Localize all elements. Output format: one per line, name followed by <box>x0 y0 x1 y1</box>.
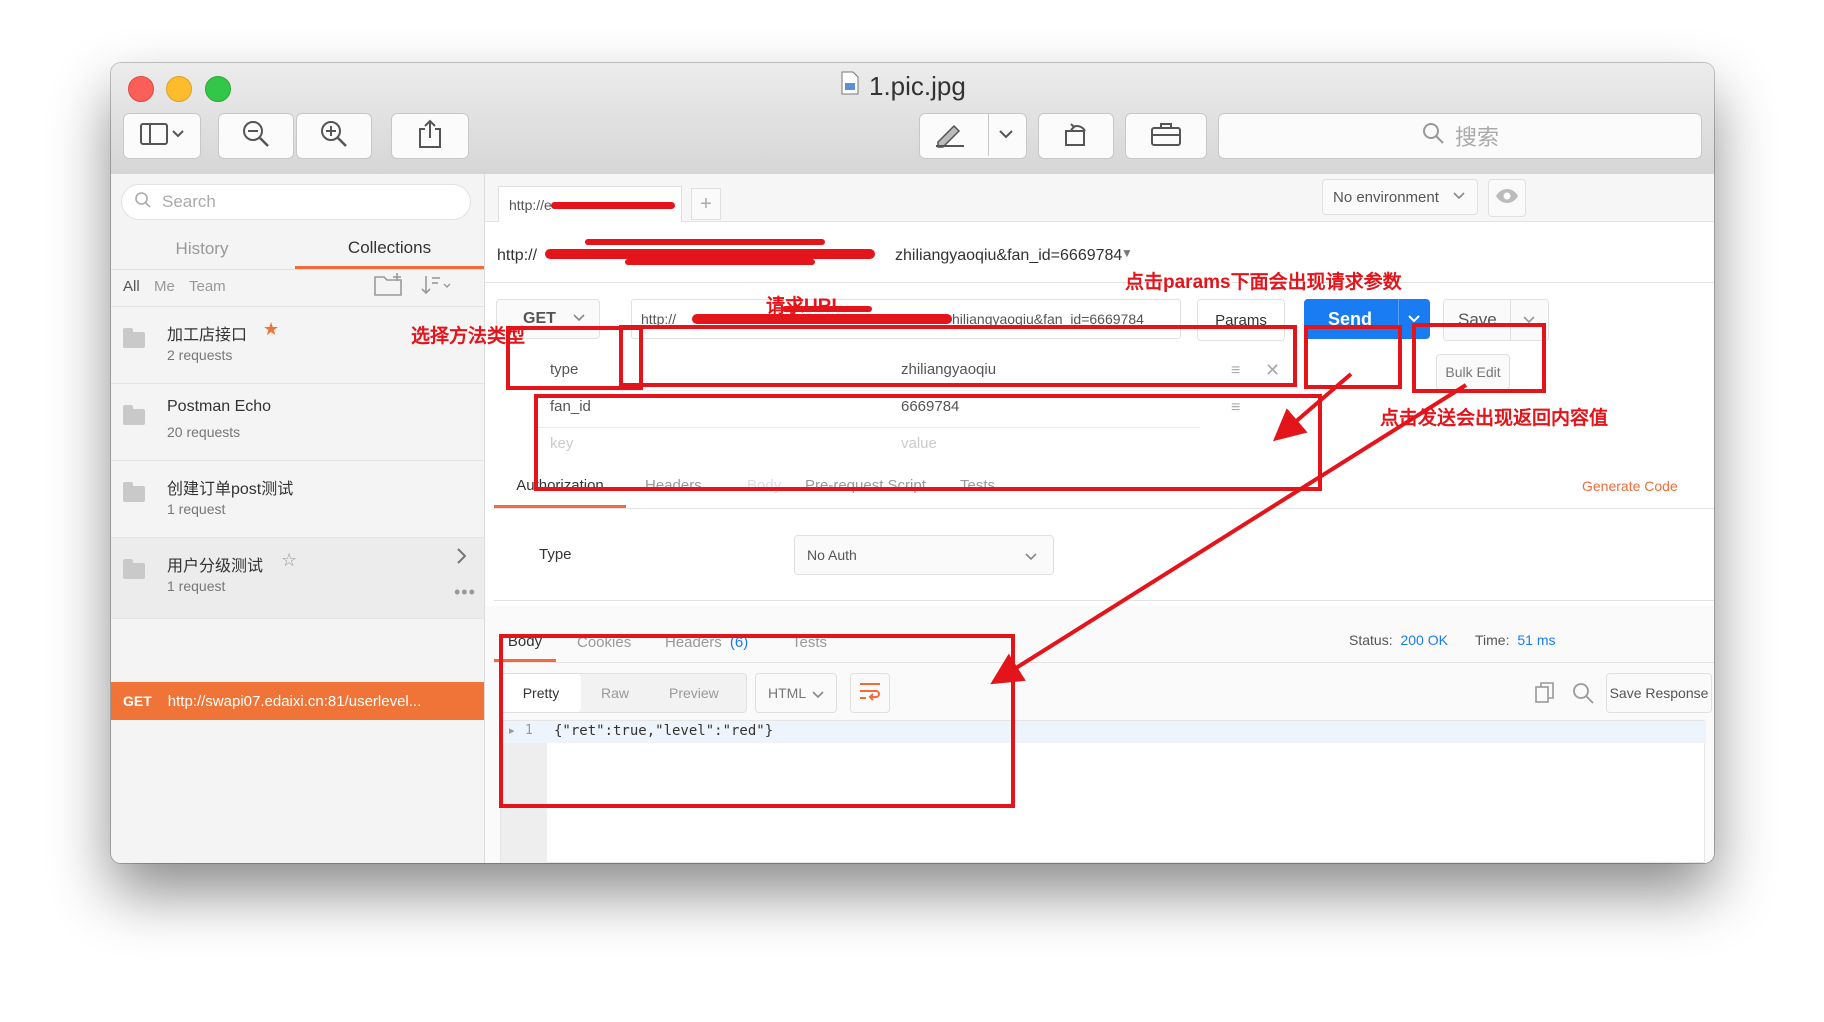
arrow-send-to-response <box>990 383 1468 685</box>
app-window: 1.pic.jpg 搜索 Search History Collections … <box>111 63 1714 863</box>
annotation-arrows <box>990 372 1468 685</box>
arrow-params-to-table <box>1272 372 1353 442</box>
